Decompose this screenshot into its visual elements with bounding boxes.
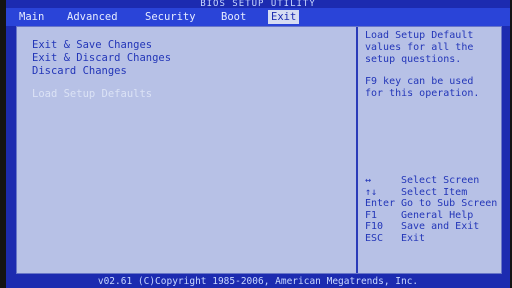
main-panel: Exit & Save Changes Exit & Discard Chang… [16, 26, 502, 274]
help-panel: Load Setup Default values for all the se… [365, 30, 501, 100]
key-legend: ↔ Select Screen ↑↓ Select Item Enter Go … [365, 175, 497, 244]
key-legend-row: ↔ Select Screen [365, 175, 497, 187]
key-desc: Select Screen [401, 175, 480, 186]
key-desc: Exit [401, 232, 426, 244]
key-desc: General Help [401, 209, 474, 221]
key-legend-row: F1 General Help [365, 210, 497, 222]
menu-bar: Main Advanced Security Boot Exit [6, 8, 510, 26]
tab-advanced[interactable]: Advanced [64, 10, 121, 24]
copyright-footer: v02.61 (C)Copyright 1985-2006, American … [97, 276, 419, 287]
bios-screen: BIOS SETUP UTILITY Main Advanced Securit… [6, 0, 510, 288]
load-setup-defaults-option[interactable]: Load Setup Defaults [32, 88, 171, 101]
key-desc: Go to Sub Screen [401, 198, 498, 209]
key-legend-row: ESC Exit [365, 233, 497, 245]
left-right-arrow-icon: ↔ [365, 175, 372, 186]
key-label: Enter [365, 198, 396, 209]
page-title: BIOS SETUP UTILITY [200, 0, 316, 8]
key-desc: Select Item [401, 186, 468, 198]
key-desc: Save and Exit [401, 221, 480, 232]
exit-save-changes-option[interactable]: Exit & Save Changes [32, 39, 171, 52]
panel-divider [356, 27, 358, 273]
help-text-description: Load Setup Default values for all the se… [365, 30, 474, 65]
help-text-shortcut: F9 key can be used for this operation. [365, 76, 480, 99]
tab-main[interactable]: Main [16, 10, 47, 24]
key-legend-row: ↑↓ Select Item [365, 187, 497, 199]
key-label: F10 [365, 221, 384, 232]
discard-changes-option[interactable]: Discard Changes [32, 65, 171, 78]
key-legend-row: F10 Save and Exit [365, 221, 497, 233]
tab-exit[interactable]: Exit [268, 10, 300, 24]
key-label: F1 [365, 209, 378, 221]
tab-security[interactable]: Security [142, 10, 199, 24]
exit-options-list: Exit & Save Changes Exit & Discard Chang… [32, 39, 171, 101]
up-down-arrow-icon: ↑↓ [365, 186, 378, 198]
tab-boot[interactable]: Boot [218, 10, 249, 24]
key-label: ESC [365, 232, 384, 244]
key-legend-row: Enter Go to Sub Screen [365, 198, 497, 210]
exit-discard-changes-option[interactable]: Exit & Discard Changes [32, 52, 171, 65]
